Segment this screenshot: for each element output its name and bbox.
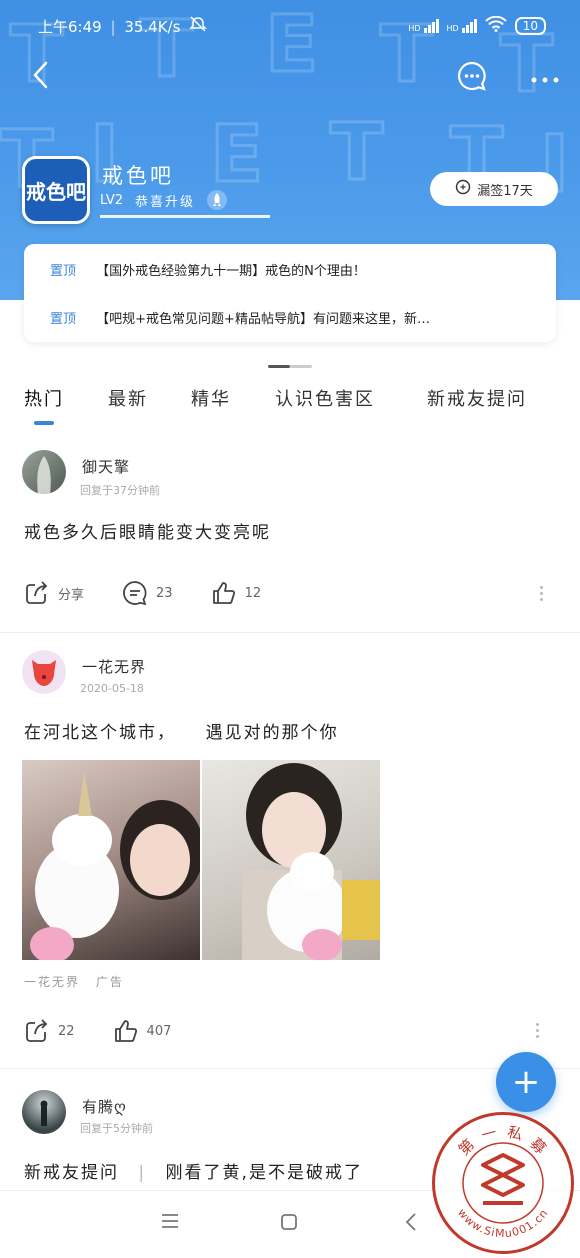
post-meta: 回复于5分钟前	[80, 1122, 153, 1135]
battery-level: 10	[522, 19, 538, 33]
message-button[interactable]	[456, 60, 488, 96]
back-button[interactable]	[30, 60, 52, 94]
network-type: HD	[408, 24, 421, 33]
pinned-post[interactable]: 置顶 【国外戒色经验第九十一期】戒色的N个理由！	[50, 260, 540, 279]
thumbs-up-icon	[212, 582, 235, 604]
mute-icon	[189, 16, 208, 36]
share-label: 分享	[58, 587, 85, 603]
background-pattern: E	[208, 109, 264, 202]
post-actions: 分享 23 12	[24, 580, 299, 606]
page-dot-active	[268, 365, 290, 368]
post-title[interactable]: 在河北这个城市， 遇见对的那个你	[24, 718, 339, 743]
back-chevron-icon	[405, 1213, 416, 1231]
like-count: 407	[146, 1023, 172, 1039]
post-meta: 回复于37分钟前	[80, 484, 160, 497]
tab-latest[interactable]: 最新	[108, 385, 148, 411]
pinned-title: 【国外戒色经验第九十一期】戒色的N个理由！	[96, 264, 366, 279]
post-actions: 22 407	[24, 1018, 209, 1044]
tab-bar: 热门 最新 精华 认识色害区 新戒友提问	[0, 385, 580, 425]
like-count: 12	[244, 585, 262, 601]
menu-button[interactable]	[160, 1213, 180, 1233]
avatar[interactable]	[22, 450, 66, 494]
status-bar: 上午6:49 | 35.4K/s HD HD 10	[0, 14, 580, 40]
pinned-post[interactable]: 置顶 【吧规+戒色常见问题+精品帖导航】有问题来这里，新…	[50, 308, 540, 327]
pinned-posts: 置顶 【国外戒色经验第九十一期】戒色的N个理由！ 置顶 【吧规+戒色常见问题+精…	[24, 244, 556, 342]
new-post-button[interactable]: +	[496, 1052, 556, 1112]
active-tab-indicator	[34, 421, 54, 425]
signin-label: 漏签17天	[477, 183, 533, 199]
system-back-button[interactable]	[404, 1212, 418, 1236]
avatar[interactable]	[22, 650, 66, 694]
menu-icon	[162, 1214, 178, 1228]
divider	[0, 632, 580, 633]
signal-icon: HD	[408, 19, 439, 33]
like-button[interactable]: 407	[113, 1018, 172, 1044]
share-icon	[26, 1019, 48, 1042]
forum-level: LV2 恭喜升级	[100, 190, 227, 210]
post-more-button[interactable]	[540, 583, 544, 604]
page-indicator	[268, 353, 314, 368]
tab-hot[interactable]: 热门	[24, 385, 64, 411]
ad-author: 一花无界	[24, 975, 81, 989]
watermark-seal: 第 一 私 募 www.SiMu001.cn	[432, 1112, 574, 1254]
comment-button[interactable]: 23	[122, 580, 173, 606]
network-speed: 35.4K/s	[124, 18, 181, 36]
back-arrow-icon	[33, 61, 48, 89]
ad-line: 一花无界 广告	[24, 973, 124, 990]
signin-icon	[455, 179, 471, 199]
home-button[interactable]	[280, 1213, 298, 1235]
battery-icon: 10	[514, 17, 546, 35]
share-count: 22	[58, 1023, 75, 1039]
tab-harm-area[interactable]: 认识色害区	[275, 385, 375, 411]
network-type: HD	[446, 24, 459, 33]
more-icon	[531, 77, 559, 83]
post-tag[interactable]: 新戒友提问	[24, 1163, 119, 1183]
author-name[interactable]: 一花无界	[82, 656, 146, 677]
share-button[interactable]: 22	[24, 1018, 75, 1044]
post-image[interactable]	[22, 760, 200, 960]
share-icon	[26, 581, 48, 604]
forum-name: 戒色吧	[102, 164, 174, 188]
post-more-button[interactable]	[536, 1020, 540, 1041]
tab-featured[interactable]: 精华	[191, 385, 231, 411]
ad-label: 广告	[95, 975, 124, 989]
post-title-text: 刚看了黄,是不是破戒了	[165, 1163, 363, 1183]
forum-logo[interactable]: 戒色吧	[22, 156, 90, 224]
wifi-icon	[485, 15, 507, 36]
share-button[interactable]: 分享	[24, 580, 84, 606]
more-options-button[interactable]	[530, 70, 560, 89]
comment-icon	[123, 581, 147, 606]
background-pattern: T	[328, 107, 384, 200]
forum-logo-text: 戒色吧	[26, 179, 86, 204]
chat-bubble-icon	[457, 61, 486, 91]
like-button[interactable]: 12	[211, 580, 262, 606]
author-name[interactable]: 有腾ღ	[82, 1096, 127, 1117]
divider	[0, 1068, 580, 1069]
comment-count: 23	[156, 585, 173, 601]
post-meta: 2020-05-18	[80, 682, 144, 695]
level-progress-bar	[100, 215, 270, 218]
status-time: 上午6:49	[38, 18, 102, 36]
pinned-tag: 置顶	[50, 312, 77, 327]
pinned-title: 【吧规+戒色常见问题+精品帖导航】有问题来这里，新…	[96, 312, 430, 327]
level-label: LV2	[100, 192, 123, 208]
post-title[interactable]: 新戒友提问 | 刚看了黄,是不是破戒了	[24, 1158, 363, 1183]
avatar[interactable]	[22, 1090, 66, 1134]
tab-newbie-questions[interactable]: 新戒友提问	[427, 385, 527, 411]
pinned-tag: 置顶	[50, 264, 77, 279]
level-progress-fill	[100, 215, 270, 218]
plus-icon: +	[511, 1062, 541, 1102]
post-image[interactable]	[202, 760, 380, 960]
signal-icon: HD	[447, 19, 477, 33]
page-dot	[290, 365, 312, 368]
level-status: 恭喜升级	[134, 194, 195, 210]
author-name[interactable]: 御天擎	[82, 456, 130, 477]
home-square-icon	[281, 1214, 297, 1230]
signin-button[interactable]: 漏签17天	[430, 172, 558, 206]
rocket-icon	[207, 190, 227, 210]
post-title[interactable]: 戒色多久后眼睛能变大变亮呢	[24, 518, 271, 543]
thumbs-up-icon	[114, 1020, 137, 1042]
